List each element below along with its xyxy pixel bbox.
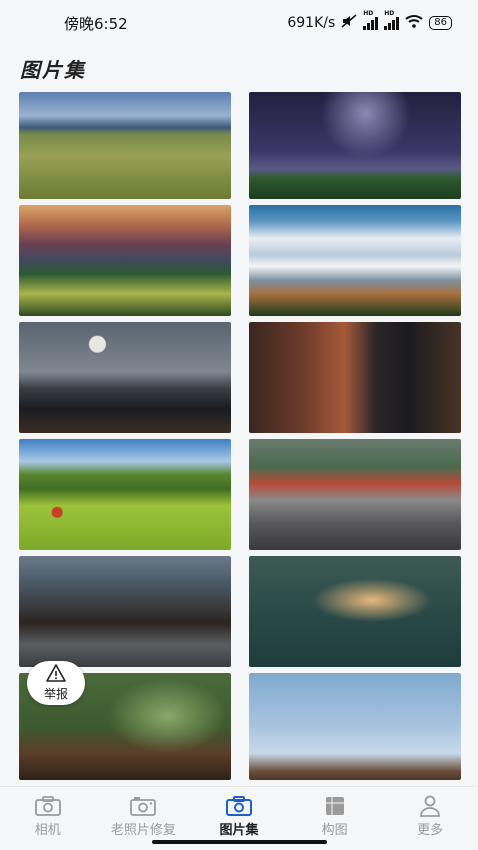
tab-more[interactable]: 更多: [382, 787, 478, 850]
image-thumb-milky-way[interactable]: [249, 92, 461, 199]
tab-label: 构图: [321, 823, 348, 838]
image-thumb-night-city[interactable]: [19, 322, 231, 433]
tab-camera[interactable]: 相机: [0, 787, 96, 850]
battery-icon: 86: [429, 16, 452, 30]
user-icon: [420, 795, 441, 817]
image-grid: [19, 92, 461, 780]
image-thumb-sea-of-clouds[interactable]: [249, 205, 461, 316]
network-speed: 691K/s: [287, 15, 336, 31]
photo-camera-icon: [130, 797, 157, 816]
report-label: 举报: [43, 687, 68, 701]
image-thumb-balloon-meadow[interactable]: [19, 439, 231, 550]
image-thumb-drum-performance[interactable]: [249, 439, 461, 550]
signal-icon-2: HD: [384, 10, 400, 30]
tab-label: 相机: [34, 823, 61, 838]
image-thumb-costume-couple[interactable]: [249, 322, 461, 433]
status-icons: 691K/s HD HD 86: [287, 10, 452, 32]
home-indicator[interactable]: [152, 840, 327, 844]
composition-icon: [325, 797, 344, 815]
mute-icon: [341, 14, 357, 32]
report-button[interactable]: 举报: [27, 661, 85, 705]
status-time: 傍晚6:52: [64, 14, 128, 33]
signal-icon: HD: [363, 10, 379, 30]
image-thumb-grassland[interactable]: [19, 92, 231, 199]
image-thumb-old-village[interactable]: [19, 556, 231, 667]
image-thumb-mountain-valley[interactable]: [19, 205, 231, 316]
camera-icon: [34, 796, 61, 816]
tab-label: 图片集: [219, 823, 259, 838]
page-title: 图片集: [20, 58, 86, 82]
camera-icon: [225, 796, 252, 816]
image-thumb-herons[interactable]: [249, 673, 461, 780]
tab-label: 更多: [417, 823, 444, 838]
tab-label: 老照片修复: [110, 823, 176, 838]
image-thumb-fisherman-net[interactable]: [249, 556, 461, 667]
wifi-icon: [405, 14, 423, 32]
status-bar: 傍晚6:52 691K/s HD HD 86: [0, 0, 478, 46]
warning-icon: [46, 664, 66, 685]
